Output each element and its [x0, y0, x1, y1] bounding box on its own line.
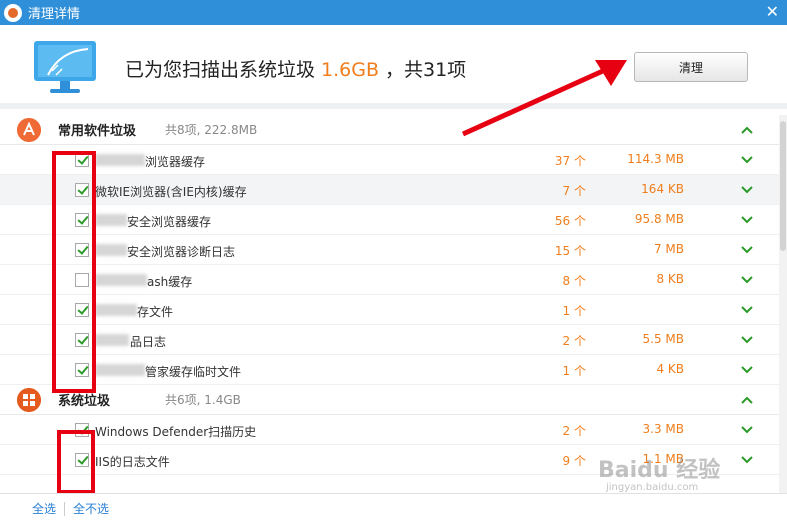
- item-label: Windows Defender扫描历史: [95, 425, 257, 439]
- scan-summary-header: 已为您扫描出系统垃圾 1.6GB ，共31项 清理: [0, 25, 787, 109]
- group-meta: 共6项, 1.4GB: [165, 393, 241, 407]
- select-all-link[interactable]: 全选: [32, 500, 56, 517]
- redacted-text: [95, 274, 147, 286]
- scrollbar[interactable]: [779, 115, 787, 493]
- title-bar: 清理详情 ✕: [0, 0, 787, 25]
- item-size: 114.3 MB: [627, 152, 684, 166]
- item-count: 1 个: [562, 304, 586, 318]
- window-title: 清理详情: [28, 7, 81, 22]
- item-label: 微软IE浏览器(含IE内核)缓存: [95, 185, 247, 199]
- chevron-down-icon[interactable]: [741, 364, 753, 376]
- list-item[interactable]: 安全浏览器诊断日志 15 个 7 MB: [0, 235, 787, 265]
- item-count: 9 个: [562, 454, 586, 468]
- item-count: 1 个: [562, 364, 586, 378]
- monitor-icon: [34, 41, 96, 93]
- item-label: 安全浏览器诊断日志: [127, 245, 236, 259]
- item-label: 存文件: [137, 305, 174, 319]
- chevron-down-icon[interactable]: [741, 244, 753, 256]
- list-item[interactable]: Windows Defender扫描历史 2 个 3.3 MB: [0, 415, 787, 445]
- item-size: 5.5 MB: [642, 332, 684, 346]
- redacted-text: [95, 214, 127, 226]
- list-item[interactable]: ash缓存 8 个 8 KB: [0, 265, 787, 295]
- chevron-down-icon[interactable]: [741, 424, 753, 436]
- item-count: 7 个: [562, 184, 586, 198]
- divider: [64, 501, 66, 516]
- chevron-down-icon[interactable]: [741, 214, 753, 226]
- group-meta: 共8项, 222.8MB: [165, 123, 258, 137]
- item-label: 管家缓存临时文件: [145, 365, 242, 379]
- chevron-up-icon[interactable]: [741, 394, 753, 406]
- watermark-url: jingyan.baidu.com: [606, 482, 699, 493]
- item-count: 56 个: [554, 214, 586, 228]
- chevron-down-icon[interactable]: [741, 154, 753, 166]
- item-count: 2 个: [562, 424, 586, 438]
- junk-list: 常用软件垃圾 共8项, 222.8MB 浏览器缓存 37 个 114.3 MB …: [0, 115, 787, 493]
- item-size: 7 MB: [653, 242, 684, 256]
- item-size: 8 KB: [656, 272, 684, 286]
- item-label: ash缓存: [147, 275, 193, 289]
- redacted-text: [95, 364, 145, 376]
- item-count: 2 个: [562, 334, 586, 348]
- app-logo-icon: [4, 3, 22, 22]
- group-title: 常用软件垃圾: [58, 124, 137, 139]
- chevron-down-icon[interactable]: [741, 304, 753, 316]
- item-label: IIS的日志文件: [95, 455, 170, 469]
- summary-suffix: ，共31项: [385, 59, 467, 81]
- list-item[interactable]: 安全浏览器缓存 56 个 95.8 MB: [0, 205, 787, 235]
- close-icon[interactable]: ✕: [766, 2, 779, 21]
- select-none-link[interactable]: 全不选: [73, 500, 109, 517]
- annotation-box: [52, 151, 96, 393]
- annotation-box: [57, 430, 95, 494]
- scan-summary-text: 已为您扫描出系统垃圾 1.6GB ，共31项: [125, 55, 466, 82]
- item-count: 37 个: [554, 154, 586, 168]
- redacted-text: [95, 304, 137, 316]
- redacted-text: [95, 244, 127, 256]
- list-item[interactable]: 存文件 1 个: [0, 295, 787, 325]
- summary-size: 1.6GB: [321, 59, 379, 81]
- chevron-down-icon[interactable]: [741, 454, 753, 466]
- scrollbar-thumb[interactable]: [780, 121, 786, 251]
- chevron-down-icon[interactable]: [741, 184, 753, 196]
- chevron-down-icon[interactable]: [741, 274, 753, 286]
- list-item[interactable]: 品日志 2 个 5.5 MB: [0, 325, 787, 355]
- group-header-software[interactable]: 常用软件垃圾 共8项, 222.8MB: [0, 115, 787, 145]
- app-store-icon: [17, 118, 41, 142]
- item-size: 95.8 MB: [634, 212, 684, 226]
- watermark: Baidu 经验: [598, 458, 721, 483]
- clean-button[interactable]: 清理: [634, 52, 748, 82]
- footer-bar: 全选 全不选: [0, 493, 787, 523]
- item-label: 品日志: [130, 335, 167, 349]
- item-size: 4 KB: [656, 362, 684, 376]
- list-item[interactable]: 浏览器缓存 37 个 114.3 MB: [0, 145, 787, 175]
- list-item[interactable]: 管家缓存临时文件 1 个 4 KB: [0, 355, 787, 385]
- windows-icon: [17, 388, 41, 412]
- redacted-text: [95, 154, 145, 166]
- chevron-down-icon[interactable]: [741, 334, 753, 346]
- item-size: 164 KB: [641, 182, 684, 196]
- chevron-up-icon[interactable]: [741, 124, 753, 136]
- item-label: 安全浏览器缓存: [127, 215, 212, 229]
- redacted-text: [95, 334, 129, 346]
- item-count: 8 个: [562, 274, 586, 288]
- summary-prefix: 已为您扫描出系统垃圾: [125, 59, 316, 81]
- item-count: 15 个: [554, 244, 586, 258]
- group-header-system[interactable]: 系统垃圾 共6项, 1.4GB: [0, 385, 787, 415]
- item-label: 浏览器缓存: [145, 155, 206, 169]
- item-size: 3.3 MB: [642, 422, 684, 436]
- annotation-arrow: [461, 60, 627, 137]
- list-item[interactable]: 微软IE浏览器(含IE内核)缓存 7 个 164 KB: [0, 175, 787, 205]
